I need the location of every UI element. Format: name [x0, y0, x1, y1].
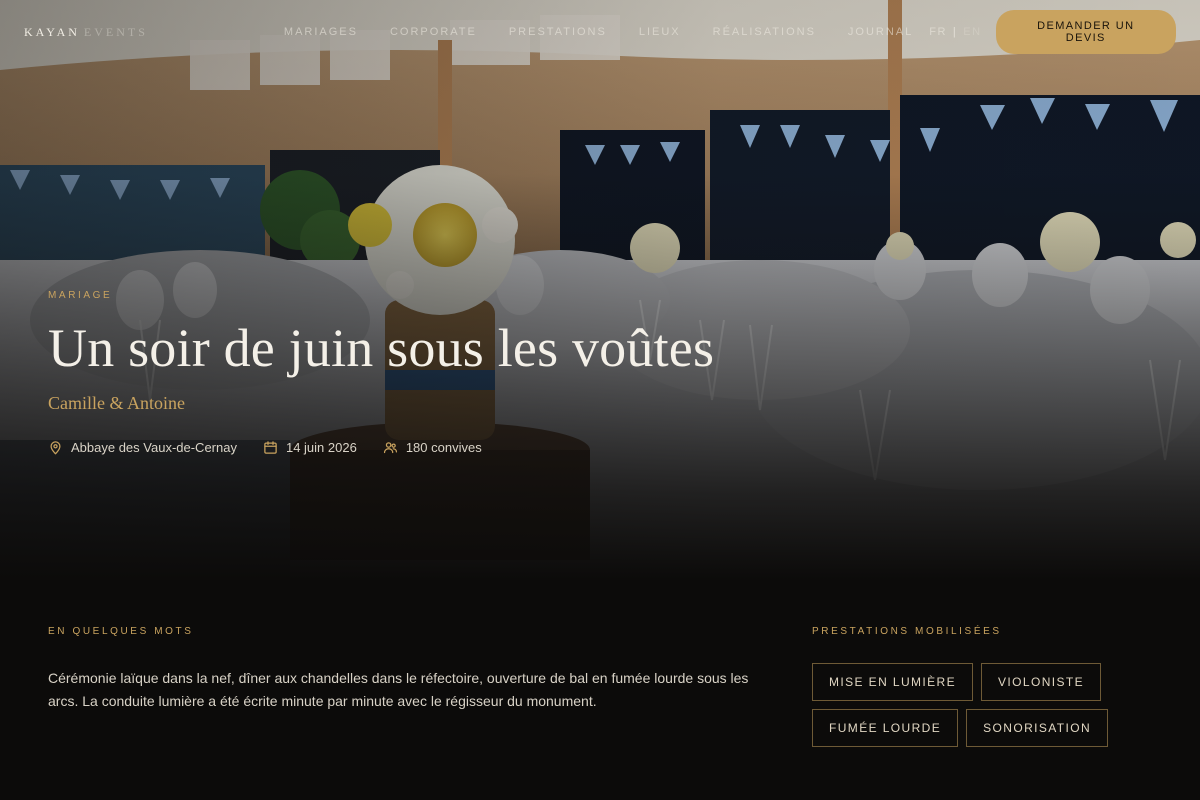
service-tag-lighting[interactable]: Mise en lumière [812, 663, 974, 701]
couple-names: Camille & Antoine [48, 393, 185, 413]
map-pin-icon [50, 441, 61, 455]
nav-actions: FR | EN Demander un devis [929, 10, 1176, 54]
service-tag-violinist[interactable]: Violoniste [981, 663, 1102, 701]
request-quote-button[interactable]: Demander un devis [995, 10, 1176, 54]
nav-link-mariages[interactable]: Mariages [268, 26, 374, 38]
meta-date-text: 14 juin 2026 [285, 440, 357, 455]
meta-location: Abbaye des Vaux-de-Cernay [48, 440, 237, 455]
lang-separator: | [952, 26, 958, 38]
language-switcher: FR | EN [929, 26, 981, 38]
lang-en[interactable]: EN [963, 26, 981, 38]
calendar-icon [264, 441, 277, 454]
hero-section: Mariage Un soir de juin sous les voûtes … [0, 0, 1200, 580]
nav-link-realisations[interactable]: Réalisations [697, 26, 832, 38]
event-category: Mariage [48, 290, 113, 301]
about-label: En quelques mots [48, 626, 194, 637]
services-label: Prestations mobilisées [812, 626, 1002, 637]
meta-date: 14 juin 2026 [263, 440, 357, 455]
logo-main: KAYAN [24, 24, 80, 39]
site-logo[interactable]: KAYAN EVENTS [24, 25, 148, 40]
nav-link-lieux[interactable]: Lieux [623, 26, 697, 38]
meta-location-text: Abbaye des Vaux-de-Cernay [71, 440, 237, 455]
nav-link-prestations[interactable]: Prestations [493, 26, 623, 38]
top-navigation: KAYAN EVENTS Mariages Corporate Prestatio… [0, 0, 1200, 64]
logo-muted: EVENTS [83, 24, 148, 39]
services-section: Prestations mobilisées Mise en lumière V… [812, 626, 1152, 747]
event-meta: Abbaye des Vaux-de-Cernay 14 juin 2026 1… [48, 440, 714, 455]
service-tags: Mise en lumière Violoniste Fumée lourde … [812, 663, 1152, 747]
meta-guests-text: 180 convives [405, 440, 482, 455]
about-section: En quelques mots Cérémonie laïque dans l… [48, 626, 758, 713]
page-title: Un soir de juin sous les voûtes [48, 318, 715, 378]
service-tag-sound[interactable]: Sonorisation [966, 709, 1109, 747]
service-tag-heavy-smoke[interactable]: Fumée lourde [812, 709, 959, 747]
nav-link-journal[interactable]: Journal [832, 26, 929, 38]
main-menu: Mariages Corporate Prestations Lieux Réa… [268, 26, 929, 38]
meta-guests: 180 convives [383, 440, 482, 455]
users-icon [383, 442, 397, 454]
about-text: Cérémonie laïque dans la nef, dîner aux … [48, 670, 749, 709]
hero-content: Mariage Un soir de juin sous les voûtes … [48, 290, 714, 455]
nav-link-corporate[interactable]: Corporate [374, 26, 493, 38]
lang-fr[interactable]: FR [929, 26, 947, 38]
